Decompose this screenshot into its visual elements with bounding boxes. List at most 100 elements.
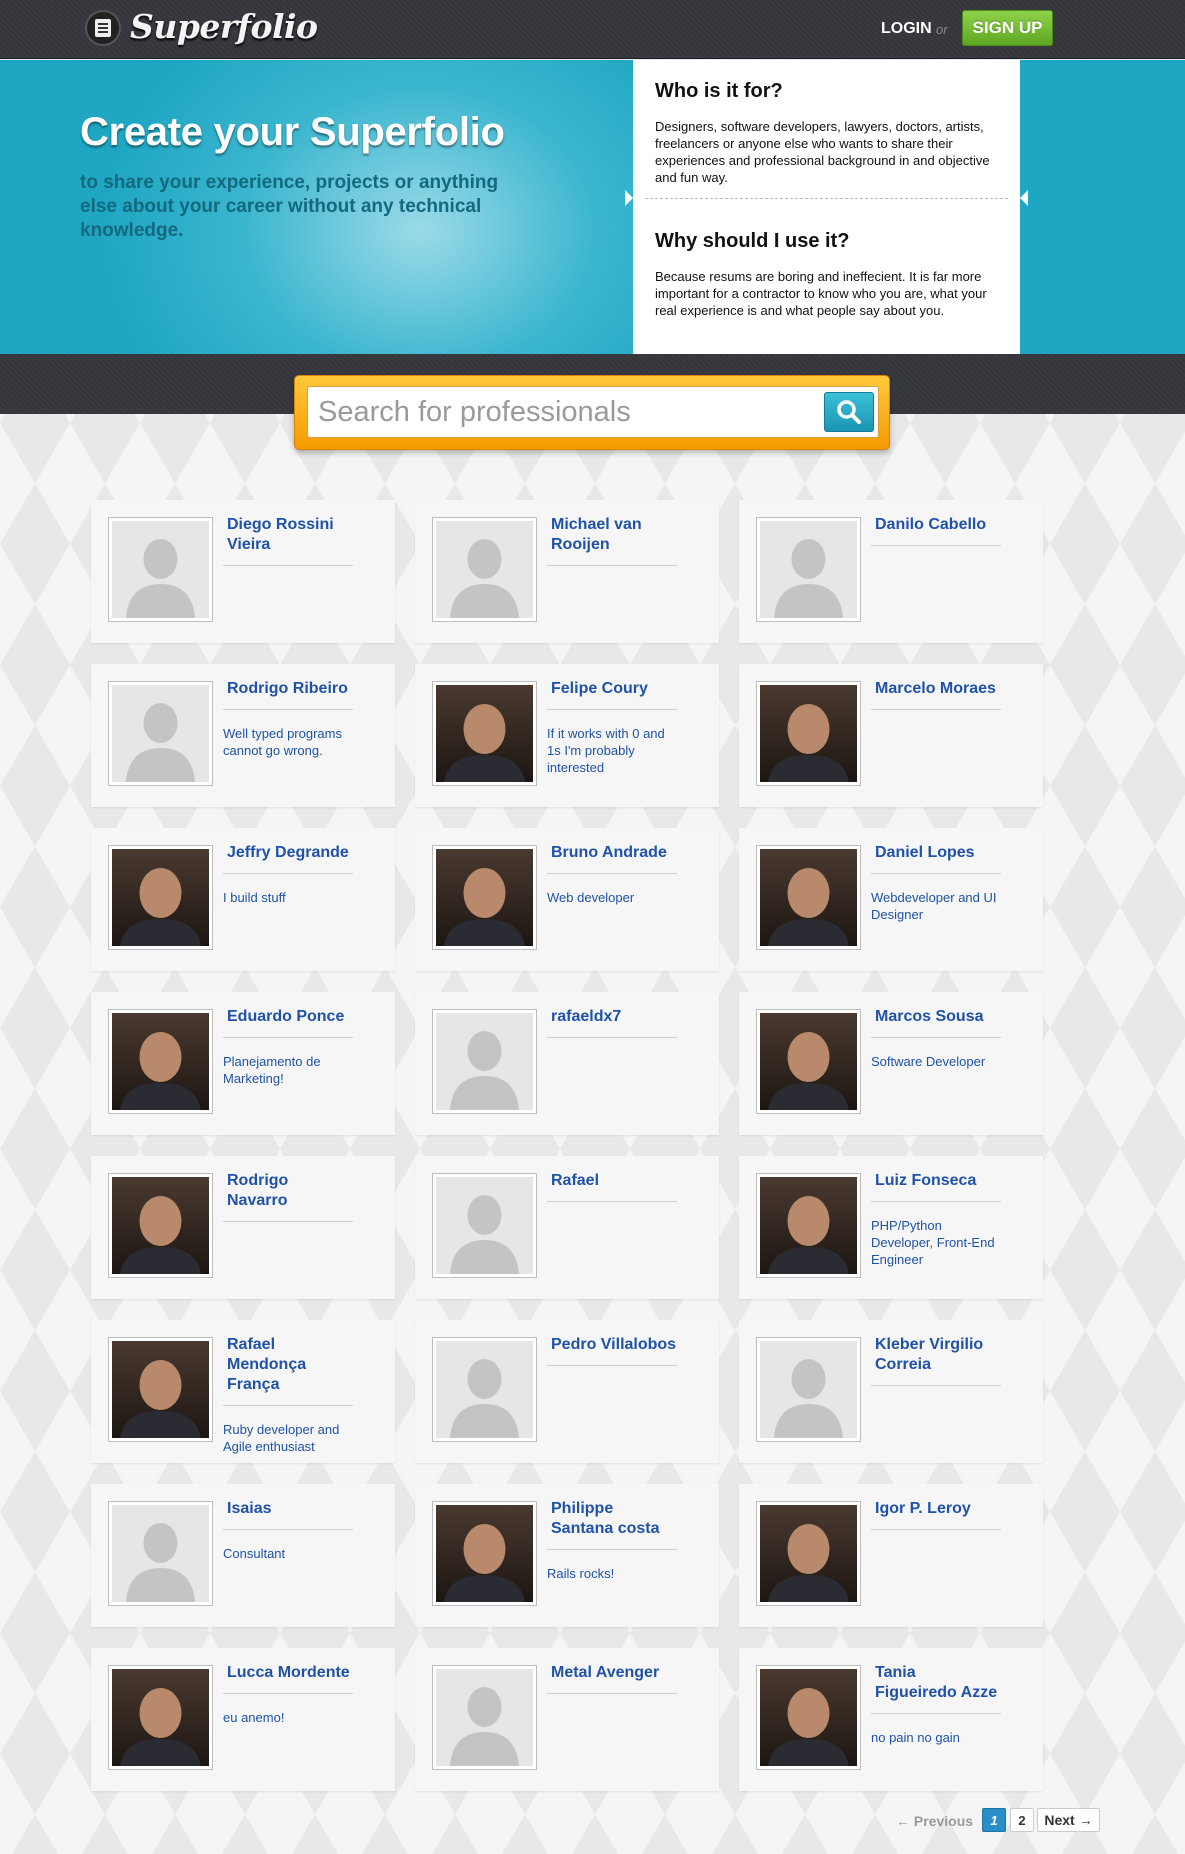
profile-avatar[interactable]: [756, 1009, 861, 1114]
profile-card[interactable]: Tania Figueiredo Azze no pain no gain: [739, 1648, 1043, 1791]
profile-avatar[interactable]: [108, 517, 213, 622]
profile-photo: [112, 1013, 209, 1110]
profile-card[interactable]: Felipe Coury If it works with 0 and 1s I'…: [415, 664, 719, 807]
profile-avatar[interactable]: [108, 1501, 213, 1606]
profile-name-link[interactable]: Pedro Villalobos: [547, 1335, 677, 1355]
profile-name-link[interactable]: Lucca Mordente: [223, 1663, 353, 1683]
logo-icon[interactable]: [85, 10, 121, 46]
profile-name-link[interactable]: Bruno Andrade: [547, 843, 677, 863]
profile-name-link[interactable]: Igor P. Leroy: [871, 1499, 1001, 1519]
profile-avatar[interactable]: [756, 845, 861, 950]
profile-avatar[interactable]: [432, 1173, 537, 1278]
profile-card[interactable]: Pedro Villalobos: [415, 1320, 719, 1463]
profile-photo: [760, 685, 857, 782]
profile-avatar[interactable]: [432, 1009, 537, 1114]
profile-name-link[interactable]: Luiz Fonseca: [871, 1171, 1001, 1191]
profile-name-link[interactable]: Eduardo Ponce: [223, 1007, 353, 1027]
profile-card[interactable]: Rafael Mendonça França Ruby developer and…: [91, 1320, 395, 1463]
profile-card[interactable]: Metal Avenger: [415, 1648, 719, 1791]
profile-bio: eu anemo!: [223, 1710, 285, 1725]
profile-avatar[interactable]: [108, 845, 213, 950]
profile-name-link[interactable]: Rodrigo Ribeiro: [223, 679, 353, 699]
profile-photo: [760, 849, 857, 946]
pagination-page-2[interactable]: 2: [1010, 1808, 1034, 1832]
profile-divider: [547, 1201, 677, 1202]
profile-card[interactable]: Isaias Consultant: [91, 1484, 395, 1627]
login-link[interactable]: LOGIN: [881, 20, 932, 38]
profile-card[interactable]: Marcos Sousa Software Developer: [739, 992, 1043, 1135]
profile-avatar[interactable]: [756, 1665, 861, 1770]
profile-card[interactable]: Kleber Virgilio Correia: [739, 1320, 1043, 1463]
profile-name-link[interactable]: rafaeldx7: [547, 1007, 677, 1027]
profile-photo: [112, 1177, 209, 1274]
profile-name-link[interactable]: Tania Figueiredo Azze: [871, 1663, 1001, 1703]
profile-name-link[interactable]: Marcos Sousa: [871, 1007, 1001, 1027]
profile-bio: Software Developer: [871, 1054, 986, 1069]
profile-card[interactable]: Michael van Rooijen: [415, 500, 719, 643]
profile-name-link[interactable]: Metal Avenger: [547, 1663, 677, 1683]
profile-divider: [223, 1221, 353, 1222]
profile-card[interactable]: rafaeldx7: [415, 992, 719, 1135]
profile-photo: [760, 1505, 857, 1602]
profile-avatar[interactable]: [432, 681, 537, 786]
profile-avatar[interactable]: [108, 1337, 213, 1442]
profile-card[interactable]: Danilo Cabello: [739, 500, 1043, 643]
profile-avatar[interactable]: [108, 1009, 213, 1114]
search-input[interactable]: [307, 386, 879, 438]
profile-card[interactable]: Daniel Lopes Webdeveloper and UI Designer: [739, 828, 1043, 971]
profile-avatar[interactable]: [756, 1173, 861, 1278]
pagination-next[interactable]: Next →: [1037, 1808, 1100, 1832]
profile-name-link[interactable]: Marcelo Moraes: [871, 679, 1001, 699]
profile-name-link[interactable]: Daniel Lopes: [871, 843, 1001, 863]
profile-card[interactable]: Jeffry Degrande I build stuff: [91, 828, 395, 971]
profile-avatar[interactable]: [108, 1173, 213, 1278]
profile-avatar[interactable]: [756, 517, 861, 622]
profile-card[interactable]: Igor P. Leroy: [739, 1484, 1043, 1627]
profile-name-link[interactable]: Kleber Virgilio Correia: [871, 1335, 1001, 1375]
profile-bio: I build stuff: [223, 890, 286, 905]
profile-card[interactable]: Rodrigo Ribeiro Well typed programs canno…: [91, 664, 395, 807]
search-button[interactable]: [824, 392, 874, 432]
who-title: Who is it for?: [655, 80, 783, 102]
logo-text[interactable]: Superfolio: [130, 7, 318, 46]
pagination-page-1[interactable]: 1: [982, 1808, 1006, 1832]
profile-card[interactable]: Marcelo Moraes: [739, 664, 1043, 807]
profile-bio: Ruby developer and Agile enthusiast: [223, 1422, 340, 1454]
signup-button[interactable]: SIGN UP: [962, 10, 1053, 46]
profile-avatar[interactable]: [756, 1501, 861, 1606]
profile-avatar[interactable]: [108, 681, 213, 786]
profile-avatar[interactable]: [432, 517, 537, 622]
profile-avatar[interactable]: [432, 1665, 537, 1770]
profile-card[interactable]: Rafael: [415, 1156, 719, 1299]
profile-avatar[interactable]: [432, 845, 537, 950]
profile-card[interactable]: Lucca Mordente eu anemo!: [91, 1648, 395, 1791]
profile-name-link[interactable]: Rodrigo Navarro: [223, 1171, 353, 1211]
profile-card[interactable]: Bruno Andrade Web developer: [415, 828, 719, 971]
profile-name-link[interactable]: Rafael: [547, 1171, 677, 1191]
profile-card[interactable]: Rodrigo Navarro: [91, 1156, 395, 1299]
hero-title: Create your Superfolio: [80, 110, 505, 154]
profile-card[interactable]: Eduardo Ponce Planejamento de Marketing!: [91, 992, 395, 1135]
pagination-previous: ← Previous: [896, 1813, 974, 1829]
profile-name-link[interactable]: Isaias: [223, 1499, 353, 1519]
profile-name-link[interactable]: Diego Rossini Vieira: [223, 515, 353, 555]
profile-divider: [223, 1529, 353, 1530]
profile-card[interactable]: Luiz Fonseca PHP/Python Developer, Front-…: [739, 1156, 1043, 1299]
profile-avatar[interactable]: [756, 681, 861, 786]
profile-avatar[interactable]: [432, 1337, 537, 1442]
profile-name-link[interactable]: Philippe Santana costa: [547, 1499, 677, 1539]
profile-card[interactable]: Philippe Santana costa Rails rocks!: [415, 1484, 719, 1627]
profile-card[interactable]: Diego Rossini Vieira: [91, 500, 395, 643]
profile-name-link[interactable]: Jeffry Degrande: [223, 843, 353, 863]
profile-name-link[interactable]: Felipe Coury: [547, 679, 677, 699]
profile-name-link[interactable]: Michael van Rooijen: [547, 515, 677, 555]
profile-photo: [760, 1177, 857, 1274]
profile-name-link[interactable]: Danilo Cabello: [871, 515, 1001, 535]
profile-photo: [760, 1013, 857, 1110]
profile-name-link[interactable]: Rafael Mendonça França: [223, 1335, 353, 1395]
profile-avatar[interactable]: [432, 1501, 537, 1606]
profile-avatar[interactable]: [756, 1337, 861, 1442]
profile-divider: [871, 1037, 1001, 1038]
profile-avatar[interactable]: [108, 1665, 213, 1770]
profile-divider: [223, 1693, 353, 1694]
